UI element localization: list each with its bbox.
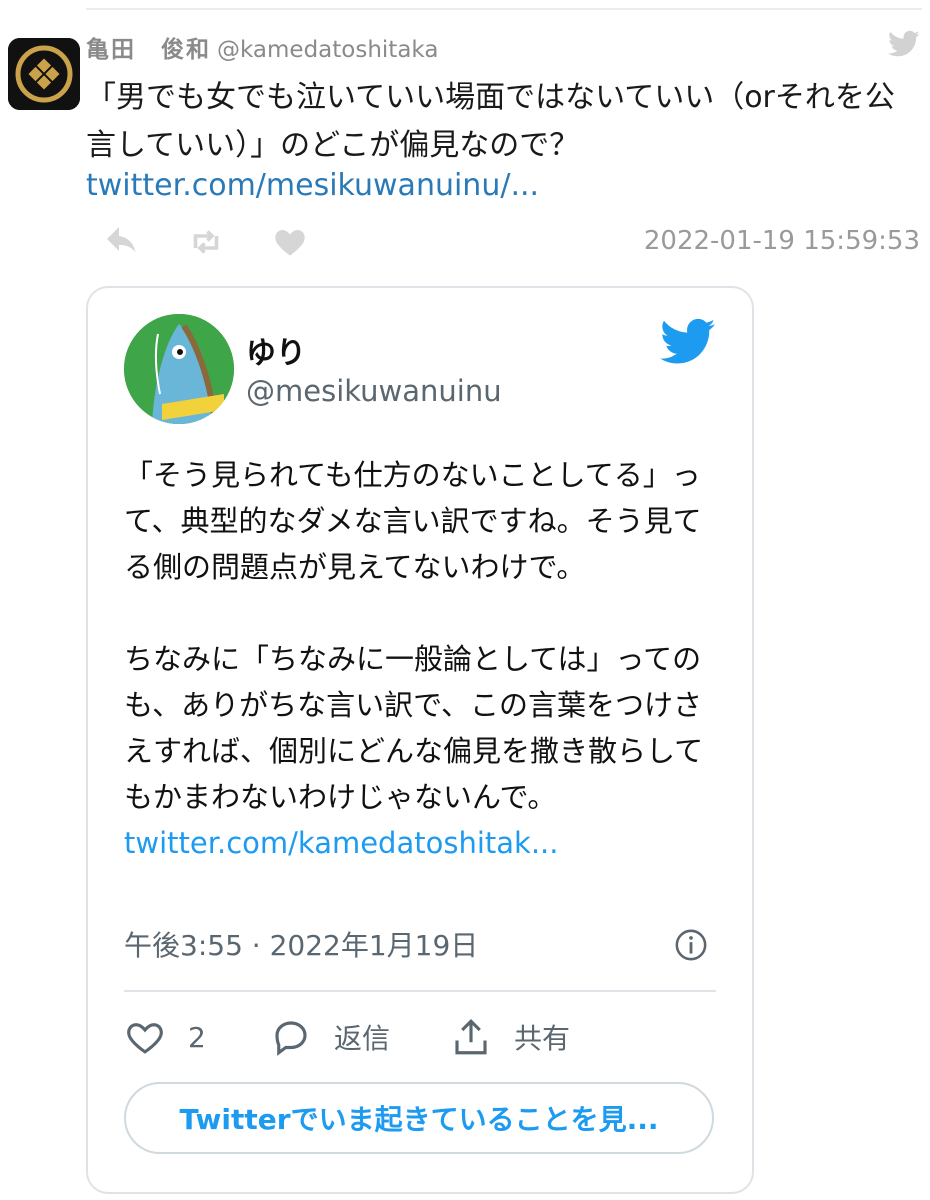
author-avatar[interactable] xyxy=(8,38,80,110)
like-icon[interactable] xyxy=(272,224,308,260)
twitter-bird-icon[interactable] xyxy=(888,30,920,58)
embed-text-link[interactable]: twitter.com/kamedatoshitak... xyxy=(124,826,559,860)
reply-label: 返信 xyxy=(334,1022,391,1055)
embed-meta[interactable]: 午後3:55 · 2022年1月19日 xyxy=(124,924,478,964)
see-more-button[interactable]: Twitterでいま起きていることを見... xyxy=(124,1082,714,1154)
tweet-link[interactable]: twitter.com/mesikuwanuinu/... xyxy=(86,168,539,203)
embed-author-name[interactable]: ゆり xyxy=(246,328,306,372)
embed-actions: 2 返信 共有 xyxy=(124,1014,716,1060)
share-icon xyxy=(455,1019,487,1055)
embed-divider xyxy=(124,990,716,992)
reply-button[interactable]: 返信 xyxy=(270,1014,390,1060)
embed-text-body: 「そう見られても仕方のないことしてる」って、典型的なダメな言い訳ですね。そう見て… xyxy=(124,458,704,814)
embed-tweet-text: 「そう見られても仕方のないことしてる」って、典型的なダメな言い訳ですね。そう見て… xyxy=(124,452,724,866)
like-button[interactable]: 2 xyxy=(124,1014,206,1060)
twitter-logo-icon[interactable] xyxy=(660,318,716,366)
tweet-text: 「男でも女でも泣いていい場面ではないていい（orそれを公言していい）」のどこが偏… xyxy=(86,80,895,163)
tweet-header: 亀田 俊和 @kamedatoshitaka xyxy=(86,30,438,64)
speech-bubble-icon xyxy=(275,1021,307,1056)
reply-icon[interactable] xyxy=(104,224,140,260)
author-name[interactable]: 亀田 俊和 xyxy=(86,37,211,63)
like-count: 2 xyxy=(188,1020,206,1054)
embed-author-handle[interactable]: @mesikuwanuinu xyxy=(246,374,502,408)
share-label: 共有 xyxy=(514,1022,571,1055)
embed-author-avatar[interactable] xyxy=(124,314,234,424)
share-button[interactable]: 共有 xyxy=(450,1014,570,1060)
top-divider xyxy=(86,8,922,10)
embedded-tweet-card[interactable]: ゆり @mesikuwanuinu 「そう見られても仕方のないことしてる」って、… xyxy=(86,286,754,1194)
heart-icon xyxy=(127,1023,163,1054)
tweet-timestamp: 2022-01-19 15:59:53 xyxy=(643,226,920,256)
retweet-icon[interactable] xyxy=(188,224,224,260)
info-icon[interactable] xyxy=(674,928,708,962)
author-handle[interactable]: @kamedatoshitaka xyxy=(217,37,438,63)
